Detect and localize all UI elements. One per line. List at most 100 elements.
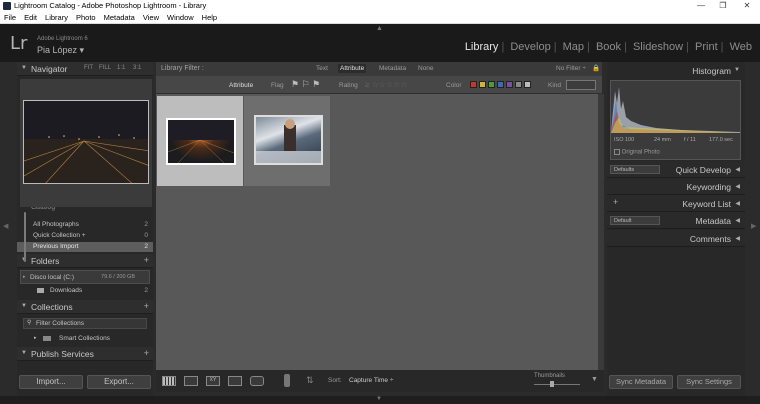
- module-map[interactable]: Map: [563, 41, 584, 53]
- navigator-header[interactable]: ▼ Navigator FIT FILL 1:1 3:1: [17, 62, 153, 76]
- add-folder-icon[interactable]: +: [144, 255, 149, 265]
- catalog-header[interactable]: Catalog: [17, 204, 153, 216]
- kind-filter-icons[interactable]: [566, 80, 596, 90]
- collections-header[interactable]: ▼ Collections +: [17, 300, 153, 314]
- right-panel-toggle-icon[interactable]: ▶: [751, 222, 756, 230]
- filmstrip-toggle-bar: ▼: [0, 396, 760, 404]
- comments-header[interactable]: Comments ◀: [607, 230, 745, 247]
- menu-library[interactable]: Library: [41, 12, 72, 22]
- sort-select[interactable]: Capture Time ÷: [349, 377, 393, 384]
- photo-thumbnail[interactable]: [166, 118, 236, 165]
- quick-develop-header[interactable]: Defaults Quick Develop ◀: [607, 161, 745, 178]
- original-photo-checkbox[interactable]: [614, 149, 620, 155]
- volume-bar[interactable]: Disco local (C:) 79.6 / 200 GB ▸: [20, 270, 150, 284]
- metadata-preset-select[interactable]: Default: [610, 216, 660, 225]
- zoom-1-1[interactable]: 1:1: [117, 65, 125, 71]
- module-web[interactable]: Web: [730, 41, 752, 53]
- zoom-fill[interactable]: FILL: [99, 65, 111, 71]
- module-library[interactable]: Library: [465, 41, 499, 53]
- quick-develop-preset-select[interactable]: Defaults: [610, 165, 660, 174]
- flag-filter-icons[interactable]: ⚑ ⚐ ⚑: [291, 79, 320, 90]
- catalog-item-previous-import[interactable]: Previous Import 2: [17, 242, 153, 252]
- metadata-header[interactable]: Default Metadata ◀: [607, 212, 745, 229]
- add-collection-icon[interactable]: +: [144, 301, 149, 311]
- histogram-header[interactable]: Histogram ▼: [607, 62, 745, 79]
- rating-stars-icon[interactable]: ≥ ☆☆☆☆☆: [365, 80, 407, 89]
- minimize-button[interactable]: —: [690, 0, 712, 12]
- module-book[interactable]: Book: [596, 41, 621, 53]
- module-develop[interactable]: Develop: [510, 41, 550, 53]
- sort-label: Sort:: [328, 377, 342, 384]
- module-slideshow[interactable]: Slideshow: [633, 41, 683, 53]
- filter-tab-attribute[interactable]: Attribute: [338, 64, 367, 73]
- grid-cell[interactable]: [244, 96, 330, 186]
- filmstrip-toggle-icon[interactable]: ▼: [376, 396, 382, 402]
- color-purple-swatch[interactable]: [506, 81, 513, 88]
- thumbnail-size-slider[interactable]: [534, 384, 580, 385]
- sync-metadata-button[interactable]: Sync Metadata: [609, 375, 673, 389]
- menu-bar: File Edit Library Photo Metadata View Window He…: [0, 12, 760, 24]
- import-button[interactable]: Import...: [19, 375, 83, 389]
- attribute-label: Attribute: [229, 82, 254, 89]
- publish-services-title: Publish Services: [31, 349, 94, 359]
- keyword-list-header[interactable]: + Keyword List ◀: [607, 195, 745, 212]
- toolbar-menu-icon[interactable]: ▼: [591, 376, 598, 383]
- add-publish-service-icon[interactable]: +: [144, 348, 149, 358]
- menu-metadata[interactable]: Metadata: [100, 12, 139, 22]
- collapse-triangle-icon: ▼: [21, 350, 27, 356]
- navigator-preview[interactable]: [20, 79, 152, 207]
- folders-header[interactable]: ▼ Folders +: [17, 254, 153, 268]
- menu-window[interactable]: Window: [163, 12, 198, 22]
- zoom-3-1[interactable]: 3:1: [133, 65, 141, 71]
- menu-edit[interactable]: Edit: [20, 12, 41, 22]
- loupe-view-icon[interactable]: [184, 376, 198, 386]
- publish-services-header[interactable]: ▼ Publish Services +: [17, 347, 153, 361]
- sort-direction-icon[interactable]: ⇅: [306, 375, 314, 386]
- module-print[interactable]: Print: [695, 41, 718, 53]
- color-green-swatch[interactable]: [488, 81, 495, 88]
- compare-view-icon[interactable]: XY: [206, 376, 220, 386]
- zoom-fit[interactable]: FIT: [84, 65, 93, 71]
- sync-settings-button[interactable]: Sync Settings: [677, 375, 741, 389]
- identity-plate[interactable]: Pia López ▾: [37, 45, 84, 56]
- color-red-swatch[interactable]: [470, 81, 477, 88]
- catalog-item-all-photographs[interactable]: All Photographs 2: [17, 220, 153, 230]
- color-none-swatch[interactable]: [524, 81, 531, 88]
- color-blue-swatch[interactable]: [497, 81, 504, 88]
- people-view-icon[interactable]: [250, 376, 264, 386]
- navigator-title: Navigator: [31, 64, 68, 74]
- left-panel-toggle-icon[interactable]: ◀: [3, 222, 8, 230]
- filter-preset-select[interactable]: No Filter ÷: [556, 65, 586, 72]
- color-yellow-swatch[interactable]: [479, 81, 486, 88]
- expand-triangle-icon: ◀: [735, 218, 740, 224]
- filter-tab-none[interactable]: None: [418, 65, 434, 72]
- thumbnail-size-thumb[interactable]: [550, 381, 554, 387]
- lock-icon[interactable]: 🔒: [592, 64, 600, 72]
- folder-item[interactable]: Downloads 2: [17, 286, 153, 296]
- menu-help[interactable]: Help: [198, 12, 221, 22]
- top-panel-toggle-icon[interactable]: ▲: [376, 25, 383, 32]
- photo-thumbnail[interactable]: [254, 115, 323, 165]
- catalog-item-quick-collection[interactable]: Quick Collection + 0: [17, 231, 153, 241]
- collection-set-smart[interactable]: ▸ Smart Collections: [17, 334, 153, 344]
- add-keyword-icon[interactable]: +: [613, 197, 618, 207]
- survey-view-icon[interactable]: [228, 376, 242, 386]
- menu-photo[interactable]: Photo: [72, 12, 100, 22]
- filter-tab-metadata[interactable]: Metadata: [379, 65, 406, 72]
- filter-tab-text[interactable]: Text: [316, 65, 328, 72]
- menu-view[interactable]: View: [139, 12, 163, 22]
- color-custom-swatch[interactable]: [515, 81, 522, 88]
- export-button[interactable]: Export...: [87, 375, 151, 389]
- grid-cell-selected[interactable]: [157, 96, 243, 186]
- grid-scrollbar[interactable]: [598, 94, 604, 370]
- grid-view-icon[interactable]: [162, 376, 176, 386]
- collections-title: Collections: [31, 302, 73, 312]
- painter-icon[interactable]: [284, 374, 290, 387]
- keywording-header[interactable]: Keywording ◀: [607, 178, 745, 195]
- left-panel-scrollbar[interactable]: [24, 212, 26, 262]
- close-button[interactable]: ✕: [736, 0, 758, 12]
- expand-triangle-icon: ◀: [735, 184, 740, 190]
- menu-file[interactable]: File: [0, 12, 20, 22]
- maximize-button[interactable]: ❐: [712, 0, 734, 12]
- collections-filter-input[interactable]: ⚲ Filter Collections: [23, 318, 147, 329]
